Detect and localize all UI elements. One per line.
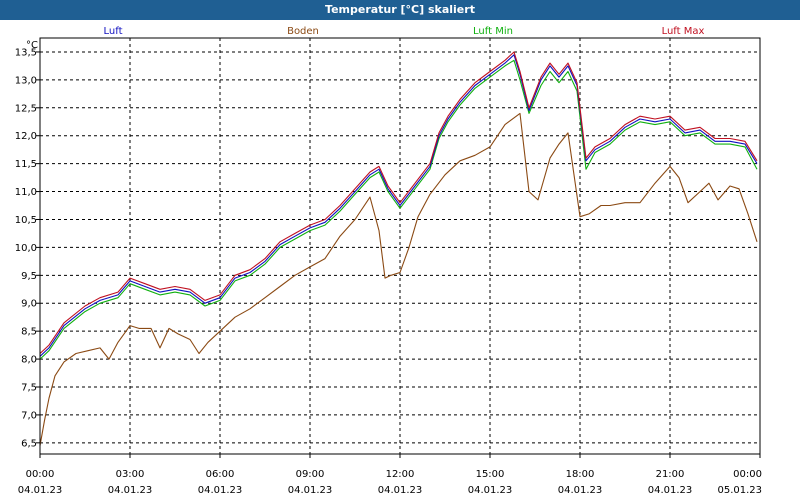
legend-item-luft: Luft — [104, 26, 123, 37]
x-tick-date: 04.01.23 — [288, 485, 333, 496]
y-tick-label: 8,0 — [21, 355, 37, 366]
y-tick-label: 7,0 — [21, 410, 37, 421]
x-tick-time: 15:00 — [476, 469, 505, 480]
chart-title: Temperatur [°C] skaliert — [0, 0, 800, 20]
y-tick-label: 8,5 — [21, 327, 37, 338]
y-tick-label: 10,5 — [15, 215, 37, 226]
x-tick-time: 06:00 — [206, 469, 235, 480]
y-tick-label: 10,0 — [15, 243, 37, 254]
x-tick-time: 00:00 — [733, 469, 762, 480]
series-line-boden — [39, 112, 758, 446]
legend: Luft Boden Luft Min Luft Max — [104, 26, 705, 37]
legend-item-luft-min: Luft Min — [473, 26, 513, 37]
x-tick-date: 04.01.23 — [558, 485, 603, 496]
y-tick-label: 11,0 — [15, 187, 37, 198]
x-tick-date: 04.01.23 — [108, 485, 153, 496]
y-tick-label: 12,5 — [15, 103, 37, 114]
x-tick-time: 09:00 — [296, 469, 325, 480]
y-tick-label: 6,5 — [21, 438, 37, 449]
x-tick-date: 05.01.23 — [717, 485, 762, 496]
y-axis: 6,5 7,0 7,5 8,0 8,5 9,0 9,5 10,0 10,5 11,0 11,5 12,… — [15, 47, 40, 449]
x-tick-date: 04.01.23 — [18, 485, 63, 496]
x-tick-time: 18:00 — [566, 469, 595, 480]
y-tick-label: 7,5 — [21, 382, 37, 393]
x-tick-time: 00:00 — [26, 469, 55, 480]
grid-lines — [39, 38, 761, 454]
x-tick-date: 04.01.23 — [468, 485, 513, 496]
x-tick-time: 03:00 — [116, 469, 145, 480]
x-tick-date: 04.01.23 — [198, 485, 243, 496]
x-tick-date: 04.01.23 — [648, 485, 693, 496]
series-line-luft-min — [39, 59, 758, 360]
y-tick-label: 9,5 — [21, 271, 37, 282]
x-tick-time: 12:00 — [386, 469, 415, 480]
series-lines — [39, 51, 758, 446]
x-axis: 00:00 04.01.23 03:00 04.01.23 06:00 04.01.23 0… — [18, 454, 762, 496]
temperature-chart: 6,5 7,0 7,5 8,0 8,5 9,0 9,5 10,0 10,5 11,0 11,5 12,… — [15, 26, 762, 496]
legend-item-luft-max: Luft Max — [662, 26, 705, 37]
x-tick-time: 21:00 — [656, 469, 685, 480]
y-axis-label: °C — [26, 40, 38, 51]
x-tick-date: 04.01.23 — [378, 485, 423, 496]
y-tick-label: 11,5 — [15, 159, 37, 170]
y-tick-label: 9,0 — [21, 299, 37, 310]
legend-item-boden: Boden — [287, 26, 319, 37]
y-tick-label: 13,0 — [15, 75, 37, 86]
y-tick-label: 12,0 — [15, 131, 37, 142]
